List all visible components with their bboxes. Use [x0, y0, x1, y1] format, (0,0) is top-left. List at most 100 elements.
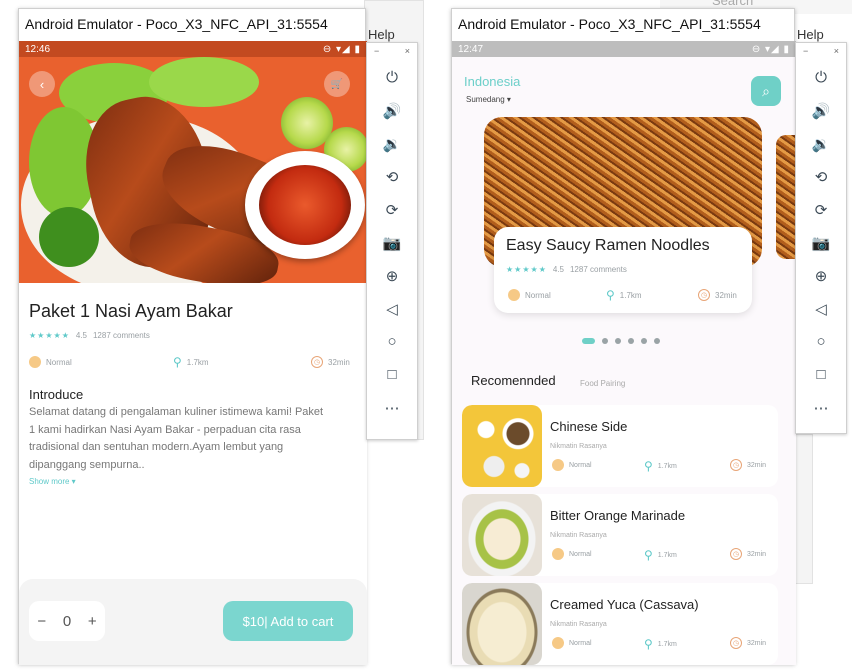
more-icon: ⋯ — [384, 399, 400, 417]
back-icon: ◁ — [386, 300, 398, 318]
recommended-subtitle-text: Food Pairing — [580, 379, 626, 388]
distance-meta: ⚲ 1.7km — [606, 288, 642, 302]
recipe-thumbnail — [462, 494, 542, 576]
more-icon: ⋯ — [813, 399, 829, 417]
window-title: Android Emulator - Poco_X3_NFC_API_31:55… — [19, 9, 365, 39]
volume-up-button[interactable]: 🔊 — [796, 94, 846, 127]
screenshot-button[interactable]: 📷 — [796, 226, 846, 259]
more-button[interactable]: ⋯ — [367, 391, 417, 424]
featured-rating-row: ★★★★★ 4.5 1287 comments — [506, 265, 627, 274]
nav-back-button[interactable]: ◁ — [367, 292, 417, 325]
duration-label: 32min — [747, 550, 767, 558]
show-more-link[interactable]: Show more ▾ — [29, 477, 76, 486]
rotate-right-button[interactable]: ⟳ — [796, 193, 846, 226]
distance-label: 1.7km — [657, 640, 677, 648]
carousel-dot[interactable] — [641, 338, 647, 344]
rotate-right-button[interactable]: ⟳ — [367, 193, 417, 226]
difficulty-meta: Normal — [552, 548, 592, 560]
nav-home-button[interactable]: ○ — [796, 325, 846, 358]
nav-home-button[interactable]: ○ — [367, 325, 417, 358]
rating-row: ★★★★★ 4.5 1287 comments — [29, 331, 150, 340]
status-bar: 12:46 ⊖ ▾◢ ▮ — [19, 41, 367, 57]
nav-overview-button[interactable]: □ — [796, 358, 846, 391]
rotate-right-icon: ⟳ — [385, 201, 399, 219]
zoom-icon: ⊕ — [385, 267, 399, 285]
next-card-peek[interactable] — [776, 135, 796, 259]
recipe-thumbnail — [462, 583, 542, 665]
rotate-left-button[interactable]: ⟲ — [796, 160, 846, 193]
featured-title: Easy Saucy Ramen Noodles — [506, 237, 710, 254]
distance-meta: ⚲ 1.7km — [644, 459, 677, 473]
carousel-dot[interactable] — [628, 338, 634, 344]
volume-up-icon: 🔊 — [811, 102, 831, 120]
duration-meta: ◷ 32min — [311, 356, 350, 368]
rotate-left-button[interactable]: ⟲ — [367, 160, 417, 193]
background-sidebar-strip — [795, 434, 813, 584]
location-country: Indonesia — [464, 74, 521, 89]
difficulty-meta: Normal — [552, 637, 592, 649]
recommended-subtitle: Food Pairing — [580, 379, 625, 388]
carousel-dot[interactable] — [602, 338, 608, 344]
distance-meta: ⚲ 1.7km — [644, 548, 677, 562]
search-button[interactable]: ⌕ — [751, 76, 781, 106]
zoom-button[interactable]: ⊕ — [367, 259, 417, 292]
camera-icon: 📷 — [811, 234, 831, 252]
carousel-dot[interactable] — [654, 338, 660, 344]
duration-meta: ◷ 32min — [730, 459, 766, 471]
toolbar-window-controls: − × — [367, 43, 417, 61]
quantity-stepper: − 0 + — [29, 601, 105, 641]
duration-label: 32min — [328, 357, 350, 367]
duration-meta: ◷ 32min — [698, 289, 737, 301]
city-dropdown[interactable]: Sumedang ▾ — [466, 95, 511, 104]
featured-card-info[interactable]: Easy Saucy Ramen Noodles ★★★★★ 4.5 1287 … — [494, 227, 752, 313]
carousel-dot[interactable] — [615, 338, 621, 344]
cart-button[interactable]: 🛒 — [324, 71, 350, 97]
minimize-button[interactable]: − — [374, 46, 379, 58]
increment-button[interactable]: + — [88, 613, 97, 630]
nav-overview-button[interactable]: □ — [367, 358, 417, 391]
volume-down-button[interactable]: 🔉 — [367, 127, 417, 160]
difficulty-meta: Normal — [508, 289, 551, 301]
intro-line: tradisional dan sentuhan modern.Ayam lem… — [29, 441, 284, 453]
volume-up-button[interactable]: 🔊 — [367, 94, 417, 127]
phone-screen: 12:46 ⊖ ▾◢ ▮ ‹ 🛒 Paket 1 Nasi Ayam Bakar — [19, 41, 367, 665]
food-hero-image: ‹ 🛒 — [19, 57, 367, 283]
recommended-item[interactable]: Bitter Orange Marinade Nikmatin Rasanya … — [462, 494, 778, 576]
left-emulator-toolbar: − × ⏻ 🔊 🔉 ⟲ ⟳ 📷 ⊕ ◁ ○ □ ⋯ — [366, 42, 418, 440]
decrement-button[interactable]: − — [37, 613, 46, 630]
power-button[interactable]: ⏻ — [367, 61, 417, 94]
overview-icon: □ — [816, 366, 826, 383]
window-title: Android Emulator - Poco_X3_NFC_API_31:55… — [452, 9, 794, 39]
back-button[interactable]: ‹ — [29, 71, 55, 97]
recommended-item[interactable]: Chinese Side Nikmatin Rasanya Normal ⚲ 1.… — [462, 405, 778, 487]
carousel-dot-active[interactable] — [582, 338, 595, 344]
rating-value: 4.5 — [75, 331, 87, 340]
difficulty-icon — [552, 637, 564, 649]
nav-back-button[interactable]: ◁ — [796, 292, 846, 325]
location-pin-icon: ⚲ — [644, 637, 653, 651]
screenshot-button[interactable]: 📷 — [367, 226, 417, 259]
more-button[interactable]: ⋯ — [796, 391, 846, 424]
difficulty-label: Normal — [569, 461, 592, 469]
intro-line: dipanggang sempurna.. — [29, 458, 145, 471]
location-pin-icon: ⚲ — [644, 548, 653, 562]
zoom-button[interactable]: ⊕ — [796, 259, 846, 292]
intro-line: Selamat datang di pengalaman kuliner ist… — [29, 406, 324, 418]
close-button[interactable]: × — [405, 46, 410, 58]
recipe-author: Nikmatin Rasanya — [550, 532, 607, 539]
difficulty-label: Normal — [569, 639, 592, 647]
status-icons: ⊖ ▾◢ ▮ — [751, 43, 790, 55]
add-to-cart-button[interactable]: $10| Add to cart — [223, 601, 353, 641]
rotate-left-icon: ⟲ — [385, 168, 399, 186]
recipe-author: Nikmatin Rasanya — [550, 443, 607, 450]
minimize-button[interactable]: − — [803, 46, 808, 58]
volume-down-button[interactable]: 🔉 — [796, 127, 846, 160]
rating-stars: ★★★★★ — [506, 265, 547, 274]
recommended-item[interactable]: Creamed Yuca (Cassava) Nikmatin Rasanya … — [462, 583, 778, 665]
close-button[interactable]: × — [834, 46, 839, 58]
right-emulator-window: Android Emulator - Poco_X3_NFC_API_31:55… — [451, 8, 796, 665]
power-button[interactable]: ⏻ — [796, 61, 846, 94]
intro-heading: Introduce — [29, 387, 84, 402]
distance-meta: ⚲ 1.7km — [644, 637, 677, 651]
duration-label: 32min — [715, 290, 737, 300]
